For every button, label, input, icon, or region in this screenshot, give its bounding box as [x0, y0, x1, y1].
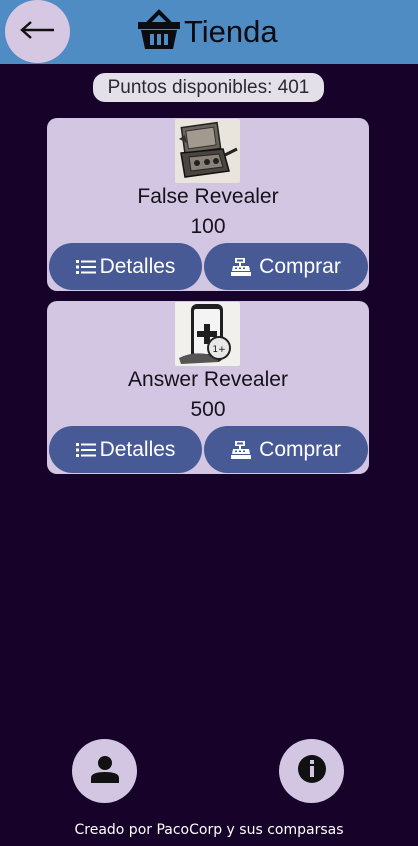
shop-item-card: False Revealer 100 Detalles Comprar: [47, 118, 369, 291]
item-name: False Revealer: [137, 185, 279, 208]
item-name: Answer Revealer: [128, 368, 288, 391]
info-icon: [297, 754, 327, 788]
shop-basket-icon: [136, 9, 182, 55]
details-button-label: Detalles: [99, 437, 176, 461]
arrow-left-icon: [19, 20, 56, 44]
points-badge: Puntos disponibles: 401: [93, 73, 324, 102]
person-icon: [90, 754, 120, 788]
details-button[interactable]: Detalles: [49, 243, 202, 290]
item-price: 100: [190, 215, 226, 238]
details-button-label: Detalles: [99, 254, 176, 278]
buy-button-label: Comprar: [259, 254, 341, 278]
buy-button[interactable]: Comprar: [204, 426, 368, 473]
info-button[interactable]: [279, 739, 344, 803]
lockbox-machine-image: [175, 119, 240, 183]
profile-button[interactable]: [72, 739, 137, 803]
phone-plus-image: 1+: [175, 302, 240, 366]
cash-register-icon: [231, 440, 252, 459]
cash-register-icon: [231, 257, 252, 276]
header-bar: Tienda: [0, 0, 418, 64]
item-price: 500: [190, 398, 226, 421]
shop-screen: Tienda Puntos disponibles: 401 False Rev…: [0, 0, 418, 846]
buy-button-label: Comprar: [259, 437, 341, 461]
buy-button[interactable]: Comprar: [204, 243, 368, 290]
header-title-group: Tienda: [136, 7, 278, 57]
shop-item-card: 1+ Answer Revealer 500 Detalles Comprar: [47, 301, 369, 474]
footer-credits: Creado por PacoCorp y sus comparsas: [74, 822, 344, 838]
page-title: Tienda: [184, 14, 278, 49]
back-button[interactable]: [5, 0, 70, 63]
list-icon: [75, 259, 96, 275]
details-button[interactable]: Detalles: [49, 426, 202, 473]
svg-text:1+: 1+: [212, 345, 225, 355]
list-icon: [75, 442, 96, 458]
